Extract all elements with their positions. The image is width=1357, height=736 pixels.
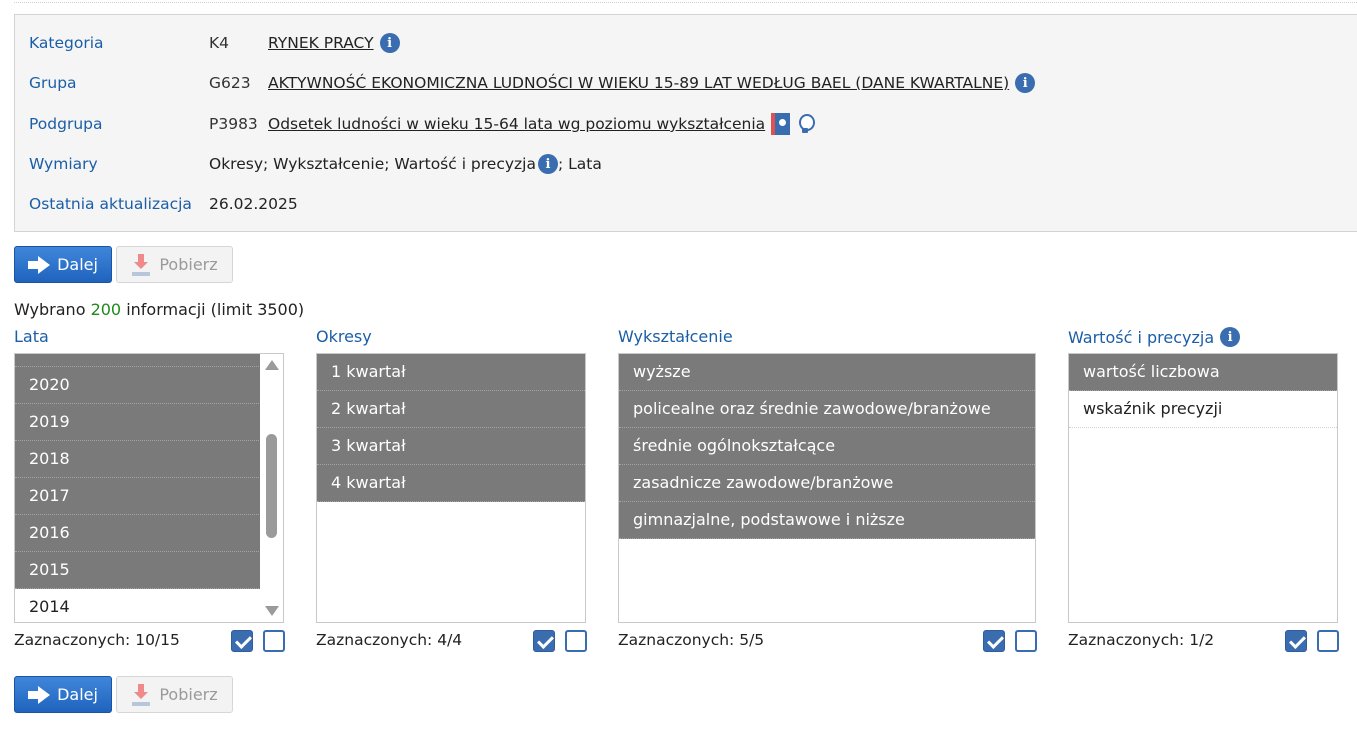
- meta-row-category: Kategoria K4 RYNEK PRACY i: [29, 31, 400, 55]
- scroll-up-icon[interactable]: [265, 360, 279, 370]
- selected-count-value: Zaznaczonych: 1/2: [1068, 631, 1215, 649]
- scroll-down-icon[interactable]: [265, 606, 279, 616]
- meta-row-subgroup: Podgrupa P3983 Odsetek ludności w wieku …: [29, 112, 816, 136]
- list-item[interactable]: zasadnicze zawodowe/branżowe: [619, 465, 1035, 502]
- meta-label-subgroup: Podgrupa: [29, 115, 103, 133]
- download-icon: [131, 683, 151, 706]
- listbox-years-items: 2020 2019 2018 2017 2016 2015 2014: [15, 354, 261, 622]
- download-button-label: Pobierz: [159, 685, 218, 704]
- meta-row-dimensions: Wymiary Okresy; Wykształcenie; Wartość i…: [29, 152, 602, 176]
- list-item[interactable]: średnie ogólnokształcące: [619, 428, 1035, 465]
- meta-value-dimensions: Okresy; Wykształcenie; Wartość i precyzj…: [209, 154, 602, 174]
- subgroup-link[interactable]: Odsetek ludności w wieku 15-64 lata wg p…: [268, 115, 765, 133]
- summary-prefix: Wybrano: [14, 300, 91, 319]
- select-none-checkbox[interactable]: [1317, 630, 1339, 652]
- arrow-right-icon: [28, 255, 51, 274]
- list-item[interactable]: wskaźnik precyzji: [1069, 391, 1337, 428]
- listbox-education[interactable]: wyższe policealne oraz średnie zawodowe/…: [618, 353, 1036, 623]
- meta-label-updated: Ostatnia aktualizacja: [29, 195, 192, 213]
- next-button[interactable]: Dalej: [14, 246, 112, 283]
- download-button-label: Pobierz: [159, 255, 218, 274]
- summary-count: 200: [90, 300, 122, 319]
- download-icon: [131, 253, 151, 276]
- list-item[interactable]: 2018: [15, 441, 261, 478]
- top-divider: [14, 2, 1357, 3]
- list-item[interactable]: 4 kwartał: [317, 465, 585, 502]
- selected-count-years: Zaznaczonych: 10/15: [14, 631, 180, 649]
- meta-label-dimensions: Wymiary: [29, 155, 98, 173]
- scrollbar[interactable]: [260, 354, 283, 622]
- meta-row-updated: Ostatnia aktualizacja 26.02.2025: [29, 192, 298, 216]
- select-all-checkbox[interactable]: [983, 630, 1005, 652]
- list-item[interactable]: wyższe: [619, 354, 1035, 391]
- download-button[interactable]: Pobierz: [116, 246, 233, 283]
- list-item[interactable]: 2017: [15, 478, 261, 515]
- group-link[interactable]: AKTYWNOŚĆ EKONOMICZNA LUDNOŚCI W WIEKU 1…: [268, 74, 1009, 92]
- meta-label-category: Kategoria: [29, 34, 104, 52]
- meta-label-group: Grupa: [29, 74, 77, 92]
- select-none-checkbox[interactable]: [565, 630, 587, 652]
- scrollbar-thumb[interactable]: [266, 434, 277, 538]
- meta-value-category: RYNEK PRACY i: [268, 33, 400, 53]
- list-item[interactable]: 2015: [15, 552, 261, 589]
- meta-code-category: K4: [209, 34, 230, 52]
- arrow-right-icon: [28, 685, 51, 704]
- listbox-periods[interactable]: 1 kwartał 2 kwartał 3 kwartał 4 kwartał: [316, 353, 586, 623]
- select-all-checkbox[interactable]: [533, 630, 555, 652]
- meta-code-subgroup: P3983: [209, 115, 258, 133]
- meta-row-group: Grupa G623 AKTYWNOŚĆ EKONOMICZNA LUDNOŚC…: [29, 71, 1036, 95]
- meta-value-group: AKTYWNOŚĆ EKONOMICZNA LUDNOŚCI W WIEKU 1…: [268, 73, 1036, 93]
- column-title-value-text: Wartość i precyzja: [1068, 327, 1215, 347]
- selected-count-periods: Zaznaczonych: 4/4: [316, 631, 463, 649]
- list-item[interactable]: 2019: [15, 404, 261, 441]
- select-none-checkbox[interactable]: [263, 630, 285, 652]
- list-item[interactable]: 2020: [15, 367, 261, 404]
- list-item[interactable]: gimnazjalne, podstawowe i niższe: [619, 502, 1035, 539]
- list-item[interactable]: wartość liczbowa: [1069, 354, 1337, 391]
- info-icon[interactable]: i: [1015, 73, 1036, 93]
- select-all-checkbox[interactable]: [1285, 630, 1307, 652]
- meta-code-group: G623: [209, 74, 251, 92]
- list-item[interactable]: 2 kwartał: [317, 391, 585, 428]
- list-item[interactable]: 1 kwartał: [317, 354, 585, 391]
- next-button-bottom[interactable]: Dalej: [14, 676, 112, 713]
- info-icon[interactable]: i: [379, 33, 400, 53]
- meta-value-updated: 26.02.2025: [209, 195, 298, 213]
- info-icon[interactable]: i: [1220, 327, 1241, 347]
- list-item[interactable]: 2014: [15, 589, 261, 622]
- column-title-value: Wartość i precyzja i: [1068, 327, 1241, 347]
- select-none-checkbox[interactable]: [1015, 630, 1037, 652]
- column-title-periods: Okresy: [316, 327, 372, 346]
- next-button-label: Dalej: [57, 685, 98, 704]
- book-icon[interactable]: [771, 113, 791, 135]
- next-button-label: Dalej: [57, 255, 98, 274]
- selection-summary: Wybrano 200 informacji (limit 3500): [14, 300, 304, 319]
- dimensions-text: Okresy; Wykształcenie; Wartość i precyzj…: [209, 155, 536, 173]
- listbox-value[interactable]: wartość liczbowa wskaźnik precyzji: [1068, 353, 1338, 623]
- category-link[interactable]: RYNEK PRACY: [268, 34, 374, 52]
- list-item[interactable]: 3 kwartał: [317, 428, 585, 465]
- meta-value-subgroup: Odsetek ludności w wieku 15-64 lata wg p…: [268, 113, 816, 135]
- list-item[interactable]: policealne oraz średnie zawodowe/branżow…: [619, 391, 1035, 428]
- select-all-checkbox[interactable]: [231, 630, 253, 652]
- download-button-bottom[interactable]: Pobierz: [116, 676, 233, 713]
- lightbulb-icon[interactable]: [798, 114, 816, 134]
- metadata-panel: Kategoria K4 RYNEK PRACY i Grupa G623 AK…: [14, 14, 1357, 232]
- column-title-education: Wykształcenie: [618, 327, 733, 346]
- selected-count-education: Zaznaczonych: 5/5: [618, 631, 765, 649]
- dimensions-text-end: ; Lata: [557, 155, 602, 173]
- info-icon[interactable]: i: [537, 154, 558, 174]
- column-title-years: Lata: [14, 327, 49, 346]
- list-item[interactable]: 2016: [15, 515, 261, 552]
- list-item[interactable]: [15, 354, 261, 367]
- listbox-years[interactable]: 2020 2019 2018 2017 2016 2015 2014: [14, 353, 284, 623]
- summary-suffix: informacji (limit 3500): [121, 300, 305, 319]
